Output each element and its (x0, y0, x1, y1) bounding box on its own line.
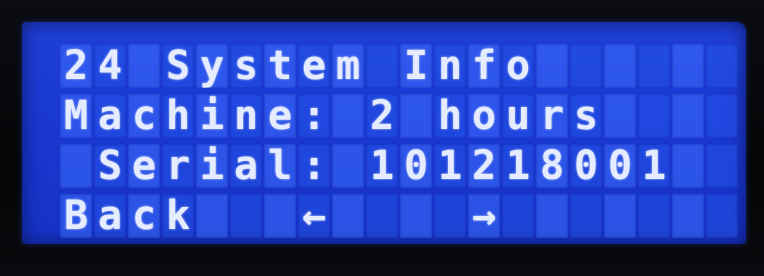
lcd-cell: s (230, 44, 262, 88)
lcd-cell: t (264, 44, 296, 88)
lcd-cell: a (94, 94, 126, 138)
lcd-cell (570, 194, 602, 238)
lcd-cell: o (468, 94, 500, 138)
lcd-character-grid: 24SystemInfoMachine:2hoursSerial:1012180… (60, 44, 738, 238)
lcd-cell (434, 194, 466, 238)
lcd-cell (706, 144, 738, 188)
lcd-cell (366, 194, 398, 238)
right-arrow-icon: → (468, 194, 500, 238)
left-arrow-icon: ← (298, 194, 330, 238)
lcd-cell (706, 94, 738, 138)
lcd-cell: 4 (94, 44, 126, 88)
lcd-cell: h (162, 94, 194, 138)
lcd-cell (706, 194, 738, 238)
lcd-cell: I (400, 44, 432, 88)
lcd-cell (366, 44, 398, 88)
lcd-cell: a (230, 144, 262, 188)
lcd-cell (502, 194, 534, 238)
lcd-cell (672, 94, 704, 138)
lcd-cell: c (128, 94, 160, 138)
lcd-cell (604, 194, 636, 238)
lcd-cell: h (434, 94, 466, 138)
lcd-cell (638, 194, 670, 238)
lcd-cell: 1 (366, 144, 398, 188)
lcd-cell (400, 194, 432, 238)
lcd-cell: B (60, 194, 92, 238)
lcd-cell (332, 194, 364, 238)
lcd-cell (332, 94, 364, 138)
lcd-cell (400, 94, 432, 138)
lcd-cell: c (128, 194, 160, 238)
lcd-cell: r (162, 144, 194, 188)
lcd-cell: S (162, 44, 194, 88)
lcd-cell (128, 44, 160, 88)
lcd-cell (638, 44, 670, 88)
lcd-cell (332, 144, 364, 188)
lcd-cell: M (60, 94, 92, 138)
lcd-cell (536, 194, 568, 238)
lcd-cell: : (298, 144, 330, 188)
lcd-cell: S (94, 144, 126, 188)
lcd-cell (230, 194, 262, 238)
lcd-cell: 0 (570, 144, 602, 188)
lcd-cell: e (264, 94, 296, 138)
lcd-cell (604, 44, 636, 88)
lcd-cell: 2 (60, 44, 92, 88)
lcd-cell: e (128, 144, 160, 188)
lcd-cell (196, 194, 228, 238)
lcd-cell: n (230, 94, 262, 138)
lcd-cell: a (94, 194, 126, 238)
lcd-cell (672, 194, 704, 238)
lcd-cell: e (298, 44, 330, 88)
lcd-cell (706, 44, 738, 88)
lcd-cell: u (502, 94, 534, 138)
lcd-cell: 8 (536, 144, 568, 188)
lcd-cell: 1 (502, 144, 534, 188)
lcd-cell (638, 94, 670, 138)
lcd-cell (570, 44, 602, 88)
lcd-cell: s (570, 94, 602, 138)
lcd-cell: y (196, 44, 228, 88)
lcd-cell: n (434, 44, 466, 88)
lcd-cell (536, 44, 568, 88)
lcd-cell: r (536, 94, 568, 138)
lcd-display: 24SystemInfoMachine:2hoursSerial:1012180… (22, 22, 746, 244)
lcd-cell: 0 (400, 144, 432, 188)
lcd-cell: 2 (468, 144, 500, 188)
lcd-cell (604, 94, 636, 138)
lcd-cell (60, 144, 92, 188)
lcd-cell: 1 (638, 144, 670, 188)
lcd-bezel: 24SystemInfoMachine:2hoursSerial:1012180… (0, 0, 764, 276)
lcd-cell: o (502, 44, 534, 88)
lcd-cell: f (468, 44, 500, 88)
lcd-cell: 0 (604, 144, 636, 188)
lcd-cell (264, 194, 296, 238)
lcd-cell: m (332, 44, 364, 88)
lcd-cell (672, 144, 704, 188)
lcd-cell: : (298, 94, 330, 138)
lcd-cell: i (196, 144, 228, 188)
lcd-cell: 1 (434, 144, 466, 188)
lcd-cell: 2 (366, 94, 398, 138)
lcd-cell: l (264, 144, 296, 188)
lcd-cell: k (162, 194, 194, 238)
lcd-cell: i (196, 94, 228, 138)
lcd-cell (672, 44, 704, 88)
